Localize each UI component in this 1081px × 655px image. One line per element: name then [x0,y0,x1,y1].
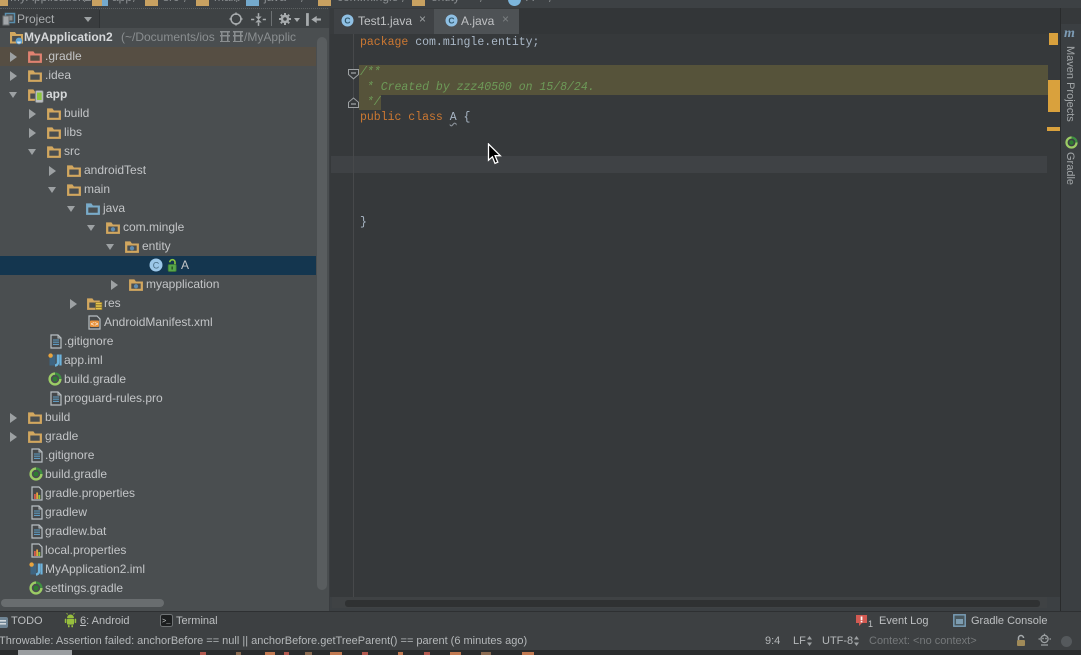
svg-text:C: C [448,16,454,26]
svg-text:C: C [344,16,350,26]
svg-text:<>: <> [91,321,99,328]
svg-text:>_: >_ [162,618,171,626]
svg-text:C: C [153,260,160,270]
